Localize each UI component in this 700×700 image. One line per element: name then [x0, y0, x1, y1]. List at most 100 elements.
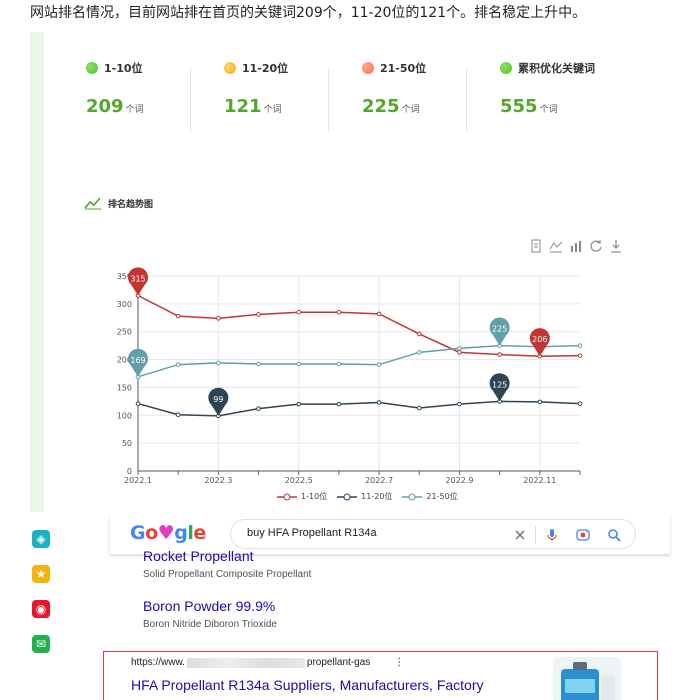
marker-label: 99: [213, 395, 223, 404]
divider: [535, 526, 536, 544]
result-title[interactable]: Boron Powder 99.9%: [143, 598, 311, 614]
more-options-icon[interactable]: ⋮: [394, 657, 404, 668]
data-point: [296, 361, 302, 367]
data-point: [416, 405, 422, 411]
data-point: [216, 316, 221, 321]
microphone-icon[interactable]: [545, 527, 559, 541]
data-point: [497, 352, 502, 357]
data-point: [577, 353, 583, 358]
data-point: [175, 412, 181, 418]
stat-top10: 1-10位 209 个词: [86, 60, 226, 117]
series-line: [137, 294, 581, 357]
legend-item[interactable]: 1-10位: [277, 491, 327, 502]
stat-value: 225: [362, 96, 400, 117]
result-thumbnail[interactable]: [553, 657, 621, 700]
camera-lens-icon[interactable]: [576, 527, 590, 541]
stat-label: 21-50位: [380, 62, 427, 75]
search-query[interactable]: buy HFA Propellant R134a: [247, 527, 377, 539]
marker-label: 125: [492, 380, 507, 389]
google-logo[interactable]: Go♥gle: [130, 522, 206, 544]
stat-label: 累积优化关键词: [518, 62, 595, 75]
stat-value: 555: [500, 96, 538, 117]
data-point: [457, 346, 462, 351]
x-tick-label: 2022.1: [124, 476, 152, 485]
data-point: [376, 400, 382, 405]
data-point: [175, 313, 181, 319]
data-point: [376, 362, 382, 367]
stat-unit: 个词: [125, 105, 144, 115]
trend-title-text: 排名趋势图: [108, 199, 154, 210]
mail-icon[interactable]: ✉: [32, 635, 50, 653]
stat-total: 累积优化关键词 555 个词: [500, 60, 640, 117]
stat-top50: 21-50位 225 个词: [362, 60, 502, 117]
legend-item[interactable]: 21-50位: [402, 491, 458, 502]
data-point: [256, 312, 261, 317]
search-box[interactable]: buy HFA Propellant R134a: [230, 519, 636, 549]
download-icon[interactable]: [609, 238, 623, 253]
highlight-result-title[interactable]: HFA Propellant R134a Suppliers, Manufact…: [131, 677, 484, 693]
legend-line-icon: [337, 493, 358, 500]
data-point: [296, 309, 302, 315]
search-result: Rocket Propellant Solid Propellant Compo…: [143, 548, 311, 580]
data-point: [577, 401, 583, 406]
weibo-icon[interactable]: ◉: [32, 600, 50, 618]
legend-label: 21-50位: [426, 492, 458, 501]
stat-unit: 个词: [263, 105, 282, 115]
line-chart-icon[interactable]: [549, 238, 563, 253]
x-tick-label: 2022.9: [445, 476, 473, 485]
ranking-trend-chart: 0501001502002503003502022.1 2022.3 2022.5 2…: [117, 267, 583, 485]
green-dot-icon: [86, 62, 98, 74]
legend-line-icon: [277, 493, 297, 500]
data-point: [457, 401, 462, 407]
y-tick-label: 100: [117, 411, 132, 420]
data-point: [336, 309, 342, 315]
data-point: [256, 406, 261, 411]
data-point: [577, 343, 583, 348]
data-point: [416, 350, 422, 355]
panel-accent-bar: [30, 32, 44, 512]
stat-value: 121: [224, 96, 262, 117]
marker-label: 225: [492, 325, 507, 334]
series-line: [137, 344, 581, 378]
x-tick-label: 2022.7: [365, 476, 393, 485]
url-suffix: propellant-gas: [306, 657, 371, 668]
stat-value: 209: [86, 96, 124, 117]
divider: [328, 68, 329, 132]
data-point: [537, 399, 543, 405]
trend-line-icon: [84, 197, 101, 210]
data-point: [216, 360, 221, 366]
data-point: [457, 350, 462, 355]
clear-icon[interactable]: [513, 527, 527, 541]
stat-unit: 个词: [401, 105, 420, 115]
data-view-icon[interactable]: [529, 238, 543, 253]
x-tick-label: 2022.3: [204, 476, 232, 485]
legend-label: 1-10位: [301, 492, 328, 501]
result-url[interactable]: https://www. propellant-gas ⋮: [131, 657, 404, 668]
legend-item[interactable]: 11-20位: [337, 491, 392, 502]
red-orange-dot-icon: [362, 62, 374, 74]
x-tick-label: 2022.5: [285, 476, 313, 485]
bar-chart-icon[interactable]: [569, 238, 583, 252]
search-results: Rocket Propellant Solid Propellant Compo…: [143, 548, 311, 630]
chart-legend: 1-10位 11-20位 21-50位: [277, 491, 458, 502]
restore-icon[interactable]: [589, 238, 603, 252]
trend-title: 排名趋势图: [84, 196, 153, 210]
y-tick-label: 0: [127, 467, 132, 476]
data-point: [376, 311, 382, 317]
series-line: [137, 400, 581, 417]
stat-unit: 个词: [539, 105, 558, 115]
marker-label: 315: [130, 275, 145, 284]
qq-icon[interactable]: ◈: [32, 530, 50, 548]
y-tick-label: 150: [117, 383, 132, 392]
result-description: Boron Nitride Diboron Trioxide: [143, 619, 277, 630]
x-tick-label: 2022.11: [523, 476, 556, 485]
divider: [190, 68, 191, 132]
marker-label: 169: [130, 356, 145, 365]
result-title[interactable]: Rocket Propellant: [143, 548, 311, 564]
search-icon[interactable]: [607, 527, 621, 542]
legend-line-icon: [402, 493, 423, 500]
data-point: [256, 361, 261, 367]
star-icon[interactable]: ★: [32, 565, 50, 583]
data-point: [336, 401, 342, 407]
marker-label: 206: [532, 335, 547, 344]
